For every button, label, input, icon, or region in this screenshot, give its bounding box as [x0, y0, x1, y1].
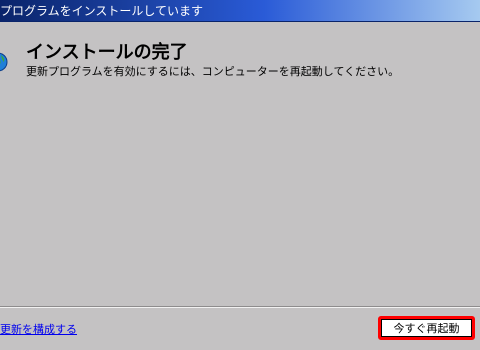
windows-update-globe-icon — [0, 52, 8, 72]
footer-divider — [0, 306, 480, 308]
restart-button-highlight: 今すぐ再起動 — [378, 316, 475, 340]
restart-instruction-text: 更新プログラムを有効にするには、コンピューターを再起動してください。 — [26, 65, 400, 78]
restart-now-button[interactable]: 今すぐ再起動 — [381, 319, 472, 337]
page-title: インストールの完了 — [26, 42, 188, 63]
configure-updates-link[interactable]: 更新を構成する — [0, 321, 77, 337]
window-title-bar[interactable]: プログラムをインストールしています — [0, 0, 480, 22]
window-title: プログラムをインストールしています — [0, 4, 204, 18]
